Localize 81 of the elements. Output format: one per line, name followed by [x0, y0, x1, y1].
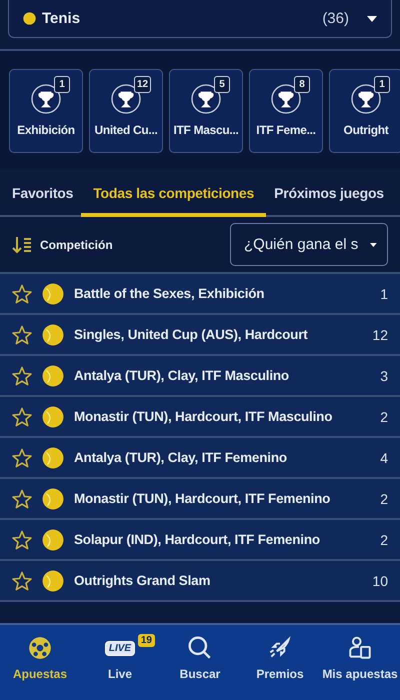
competition-row[interactable]: Monastir (TUN), Hardcourt, ITF Femenino 2: [0, 479, 400, 520]
dropdown-label: Tenis: [42, 10, 82, 27]
nav-item[interactable]: Apuestas: [0, 625, 80, 700]
competition-name: Antalya (TUR), Clay, ITF Femenino: [74, 450, 288, 465]
tennis-ball-icon: [23, 12, 36, 25]
competition-row[interactable]: Antalya (TUR), Clay, ITF Femenino 4: [0, 438, 400, 479]
nav-item[interactable]: Buscar: [160, 625, 240, 700]
caret-icon: [370, 242, 377, 248]
tennis-ball-icon: [42, 570, 64, 592]
search-icon: [187, 635, 213, 661]
competition-row[interactable]: Outrights Grand Slam 10: [0, 561, 400, 602]
competition-name: Singles, United Cup (AUS), Hardcourt: [74, 327, 309, 342]
tab[interactable]: Favoritos: [12, 171, 74, 217]
competition-card[interactable]: 12 United Cu...: [89, 69, 163, 153]
star-icon[interactable]: [12, 366, 32, 386]
live-icon: LIVE: [104, 640, 136, 656]
count-badge: 1: [374, 76, 390, 93]
card-label: Outright: [344, 123, 388, 137]
competition-row[interactable]: Antalya (TUR), Clay, ITF Masculino 3: [0, 356, 400, 397]
card-label: Exhibición: [17, 123, 75, 137]
star-icon[interactable]: [12, 324, 32, 344]
event-count: 4: [380, 450, 388, 466]
count-badge: 5: [214, 76, 230, 93]
tennis-ball-icon: [42, 446, 64, 468]
tennis-ball-icon: [42, 488, 64, 510]
count-badge: 12: [134, 76, 152, 93]
star-icon[interactable]: [12, 284, 32, 304]
trophy-icon: [351, 84, 381, 114]
nav-item[interactable]: LIVE 19 Live: [80, 625, 160, 700]
tennis-ball-icon: [42, 528, 64, 550]
trophy-icon: [271, 84, 301, 114]
tennis-ball-icon: [42, 324, 64, 346]
competition-card[interactable]: 5 ITF Mascu...: [169, 69, 243, 153]
football-icon: [27, 635, 53, 661]
competition-name: Antalya (TUR), Clay, ITF Masculino: [74, 368, 290, 383]
tennis-ball-icon: [42, 406, 64, 428]
sort-label[interactable]: Competición: [40, 238, 222, 252]
event-count: 12: [372, 326, 388, 342]
caret-icon: [367, 16, 377, 22]
competition-name: Monastir (TUN), Hardcourt, ITF Masculino: [74, 409, 334, 424]
card-label: United Cu...: [94, 123, 158, 137]
competition-name: Solapur (IND), Hardcourt, ITF Femenino: [74, 532, 321, 547]
event-count: 2: [380, 408, 388, 424]
count-badge: 8: [294, 76, 310, 93]
star-icon[interactable]: [12, 448, 32, 468]
trophy-icon: [191, 84, 221, 114]
nav-item[interactable]: Premios: [240, 625, 320, 700]
event-count: 1: [380, 286, 388, 302]
trophy-icon: [31, 84, 61, 114]
competition-row[interactable]: Singles, United Cup (AUS), Hardcourt 12: [0, 315, 400, 356]
star-icon[interactable]: [12, 530, 32, 550]
event-count: 2: [380, 490, 388, 506]
nav-item[interactable]: Mis apuestas: [320, 625, 400, 700]
star-icon[interactable]: [12, 488, 32, 508]
card-label: ITF Mascu...: [173, 123, 239, 137]
competition-card[interactable]: 1 Outright: [329, 69, 400, 153]
card-label: ITF Feme...: [256, 123, 316, 137]
event-count: 2: [380, 532, 388, 548]
sport-dropdown[interactable]: Tenis (36): [8, 0, 392, 38]
competition-row[interactable]: Monastir (TUN), Hardcourt, ITF Masculino 2: [0, 397, 400, 438]
competition-name: Battle of the Sexes, Exhibición: [74, 286, 266, 301]
competition-card[interactable]: 8 ITF Feme...: [249, 69, 323, 153]
sort-icon: [12, 236, 32, 254]
bet-slip-icon: [347, 635, 373, 661]
event-count: 10: [372, 572, 388, 588]
competition-name: Monastir (TUN), Hardcourt, ITF Femenino: [74, 491, 332, 506]
event-count: 3: [380, 368, 388, 384]
market-dropdown[interactable]: ¿Quién gana el s: [230, 223, 388, 266]
tennis-ball-icon: [42, 282, 64, 304]
star-icon[interactable]: [12, 406, 32, 426]
tennis-ball-icon: [42, 364, 64, 386]
tab[interactable]: Todas las competiciones: [81, 171, 266, 217]
tab[interactable]: Próximos juegos: [274, 171, 384, 217]
star-icon[interactable]: [12, 570, 32, 590]
count-badge: 1: [54, 76, 70, 93]
count-badge: 19: [138, 634, 155, 647]
competition-name: Outrights Grand Slam: [74, 573, 212, 588]
competition-row[interactable]: Solapur (IND), Hardcourt, ITF Femenino 2: [0, 520, 400, 561]
event-count: (36): [322, 10, 349, 27]
competition-row[interactable]: Battle of the Sexes, Exhibición 1: [0, 274, 400, 315]
competition-card[interactable]: 1 Exhibición: [9, 69, 83, 153]
